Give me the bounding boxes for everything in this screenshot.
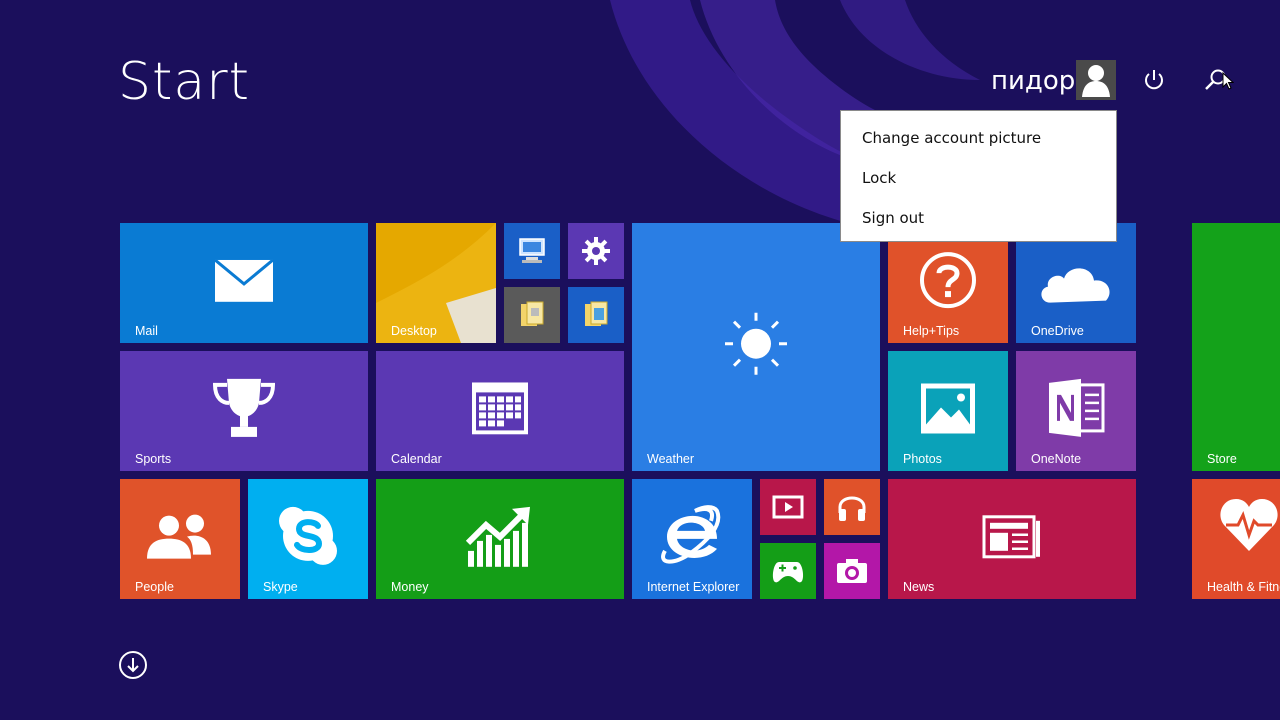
tile-label: Help+Tips — [903, 324, 960, 338]
mouse-cursor-icon — [1222, 72, 1234, 90]
tile-label: Money — [391, 580, 429, 594]
tile-label: Weather — [647, 452, 695, 466]
user-name[interactable]: пидор — [991, 66, 1075, 96]
headphones-icon — [838, 496, 866, 521]
account-menu: Change account picture Lock Sign out — [840, 110, 1117, 242]
tile-this-pc[interactable] — [504, 223, 560, 279]
power-icon — [1145, 70, 1163, 90]
tile-calendar[interactable]: Calendar — [376, 351, 624, 471]
heart-icon — [1220, 499, 1278, 551]
calendar-icon — [472, 382, 528, 435]
tile-label: OneNote — [1031, 452, 1082, 466]
menu-item-sign-out[interactable]: Sign out — [862, 209, 924, 227]
tile-control-panel[interactable] — [504, 287, 560, 343]
tile-people[interactable]: People — [120, 479, 240, 599]
menu-item-change-account-picture[interactable]: Change account picture — [862, 129, 1041, 147]
tile-music[interactable] — [824, 479, 880, 535]
tile-sports[interactable]: Sports — [120, 351, 368, 471]
tile-news[interactable]: News — [888, 479, 1136, 599]
tile-pc-settings[interactable] — [568, 223, 624, 279]
user-icon — [1082, 65, 1110, 97]
tile-label: OneDrive — [1031, 324, 1084, 338]
internet-explorer-icon — [661, 505, 721, 564]
tile-label: Internet Explorer — [647, 580, 740, 594]
sun-icon — [725, 312, 787, 375]
newspaper-icon — [982, 515, 1040, 559]
tile-desktop[interactable]: Desktop — [376, 223, 496, 343]
question-mark-icon — [920, 252, 976, 309]
tile-weather[interactable]: Weather — [632, 223, 880, 471]
tile-file-explorer[interactable] — [568, 287, 624, 343]
tile-label: Desktop — [391, 324, 437, 338]
tile-label: News — [903, 580, 935, 594]
tile-label: Mail — [135, 324, 158, 338]
tile-video[interactable] — [760, 479, 816, 535]
tile-store[interactable]: Store — [1192, 223, 1280, 471]
tile-skype[interactable]: Skype — [248, 479, 368, 599]
skype-icon — [279, 506, 337, 565]
tile-money[interactable]: Money — [376, 479, 624, 599]
tile-mail[interactable]: Mail — [120, 223, 368, 343]
tile-label: Store — [1207, 452, 1237, 466]
tile-label: Photos — [903, 452, 942, 466]
arrow-down-icon — [127, 658, 139, 673]
camera-icon — [837, 559, 867, 583]
chart-up-icon — [466, 506, 530, 567]
avatar[interactable] — [1076, 60, 1116, 100]
gear-icon — [582, 237, 610, 265]
folder-document-icon — [521, 301, 544, 326]
people-icon — [147, 514, 211, 559]
cloud-icon — [1041, 268, 1110, 303]
power-button[interactable] — [1140, 66, 1168, 94]
tile-label: People — [135, 580, 174, 594]
onenote-icon — [1049, 378, 1105, 437]
tile-games[interactable] — [760, 543, 816, 599]
tile-health-fitness[interactable]: Health & Fitness — [1192, 479, 1280, 599]
tile-label: Health & Fitness — [1207, 580, 1280, 594]
all-apps-button[interactable] — [119, 651, 147, 679]
tile-camera[interactable] — [824, 543, 880, 599]
computer-icon — [519, 238, 545, 263]
tile-onenote[interactable]: OneNote — [1016, 351, 1136, 471]
tile-label: Skype — [263, 580, 298, 594]
trophy-icon — [212, 378, 276, 437]
menu-item-lock[interactable]: Lock — [862, 169, 896, 187]
photo-icon — [921, 383, 975, 434]
tile-internet-explorer[interactable]: Internet Explorer — [632, 479, 752, 599]
tile-label: Calendar — [391, 452, 442, 466]
gamepad-icon — [772, 562, 804, 583]
tile-photos[interactable]: Photos — [888, 351, 1008, 471]
video-icon — [772, 495, 804, 519]
folder-icon — [585, 301, 608, 326]
mail-icon — [215, 259, 273, 302]
tile-label: Sports — [135, 452, 172, 466]
start-title: Start — [118, 52, 251, 112]
